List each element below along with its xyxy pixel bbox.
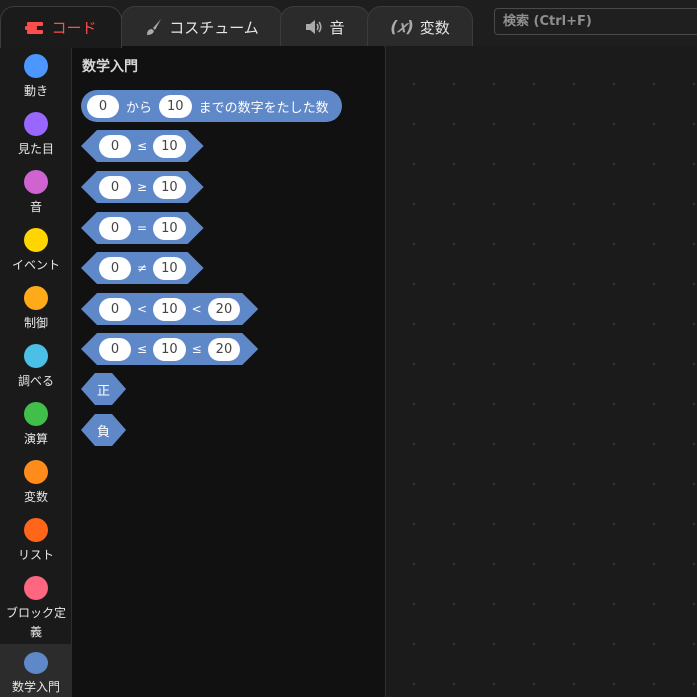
between-less-equal-block[interactable]: 0 ≤ 10 ≤ 20 [81,333,258,365]
category-control[interactable]: 制御 [0,286,72,333]
number-input[interactable]: 10 [159,94,192,118]
speaker-icon [305,19,323,35]
category-variables-dot [24,460,48,484]
category-operators-dot [24,402,48,426]
category-motion[interactable]: 動き [0,54,72,101]
category-math-intro-dot [24,652,48,674]
category-label: 動き [23,84,48,98]
category-label: 数学入門 [11,680,60,694]
script-workspace[interactable] [385,46,697,697]
category-sound-dot [24,170,48,194]
number-input[interactable]: 0 [99,298,131,321]
equals-block[interactable]: 0 = 10 [81,212,204,244]
tab-variables-label: 変数 [419,18,450,37]
tab-code[interactable]: コード [0,6,122,48]
tab-costumes[interactable]: コスチューム [121,6,283,47]
category-sensing[interactable]: 調べる [0,344,72,391]
number-input[interactable]: 0 [99,338,131,361]
category-operators[interactable]: 演算 [0,402,72,449]
category-my-blocks-dot [24,576,48,600]
category-sound[interactable]: 音 [0,170,72,217]
number-input[interactable]: 10 [153,135,186,158]
number-input[interactable]: 0 [87,94,119,118]
category-label: リスト [17,548,54,562]
tab-code-label: コード [51,19,97,37]
operator-symbol: ≥ [137,180,148,194]
number-input[interactable]: 10 [153,217,186,240]
number-input[interactable]: 10 [153,338,186,361]
number-input[interactable]: 20 [208,338,241,361]
brush-icon [145,18,163,36]
block-palette: 数学入門 0 から 10 までの数字をたした数 0 ≤ 10 0 ≥ 10 0 … [72,46,384,697]
category-label: 調べる [17,374,54,388]
number-input[interactable]: 0 [99,257,131,280]
block-text: 正 [97,383,111,399]
palette-section-title: 数学入門 [82,59,138,75]
operator-symbol: < [191,302,202,316]
variable-icon: (𝑥) [390,17,414,36]
category-variables[interactable]: 変数 [0,460,72,507]
category-looks-dot [24,112,48,136]
tab-sounds-label: 音 [329,18,345,37]
block-text: から [126,100,153,116]
category-label: 制御 [23,316,48,330]
number-input[interactable]: 10 [153,257,186,280]
tab-sounds[interactable]: 音 [280,6,370,47]
operator-symbol: ≤ [191,342,202,356]
number-input[interactable]: 10 [153,298,186,321]
operator-symbol: ≤ [137,342,148,356]
category-sensing-dot [24,344,48,368]
number-input[interactable]: 0 [99,176,131,199]
tab-bar: コード コスチューム 音 (𝑥) 変数 [0,0,697,48]
category-lists[interactable]: リスト [0,518,72,565]
between-less-block[interactable]: 0 < 10 < 20 [81,293,258,325]
category-label: 演算 [23,432,48,446]
operator-symbol: ≤ [137,139,148,153]
category-label: ブロック定義 [5,606,66,639]
category-lists-dot [24,518,48,542]
category-label: イベント [11,258,60,272]
category-my-blocks[interactable]: ブロック定義 [0,576,72,642]
block-text: までの数字をたした数 [198,100,329,116]
category-label: 見た目 [17,142,54,156]
less-equal-block[interactable]: 0 ≤ 10 [81,130,204,162]
number-input[interactable]: 20 [208,298,241,321]
number-input[interactable]: 0 [99,135,131,158]
tab-costumes-label: コスチューム [169,18,259,37]
category-motion-dot [24,54,48,78]
category-events-dot [24,228,48,252]
category-looks[interactable]: 見た目 [0,112,72,159]
negative-block[interactable]: 負 [81,414,126,446]
not-equal-block[interactable]: 0 ≠ 10 [81,252,204,284]
positive-block[interactable]: 正 [81,373,126,405]
operator-symbol: < [137,302,148,316]
operator-symbol: ≠ [137,261,148,275]
code-icon [25,21,45,35]
category-control-dot [24,286,48,310]
search-input[interactable] [494,8,697,35]
block-text: 負 [97,424,111,440]
operator-symbol: = [137,221,148,235]
number-input[interactable]: 0 [99,217,131,240]
category-events[interactable]: イベント [0,228,72,275]
number-input[interactable]: 10 [153,176,186,199]
category-math-intro[interactable]: 数学入門 [0,644,72,697]
category-label: 変数 [23,490,48,504]
sum-range-block[interactable]: 0 から 10 までの数字をたした数 [81,90,342,122]
category-menu: 動き 見た目 音 イベント 制御 調べる 演算 変数 リスト ブロック定義 数学… [0,46,72,697]
tab-variables[interactable]: (𝑥) 変数 [367,6,473,47]
greater-equal-block[interactable]: 0 ≥ 10 [81,171,204,203]
category-label: 音 [29,200,42,214]
